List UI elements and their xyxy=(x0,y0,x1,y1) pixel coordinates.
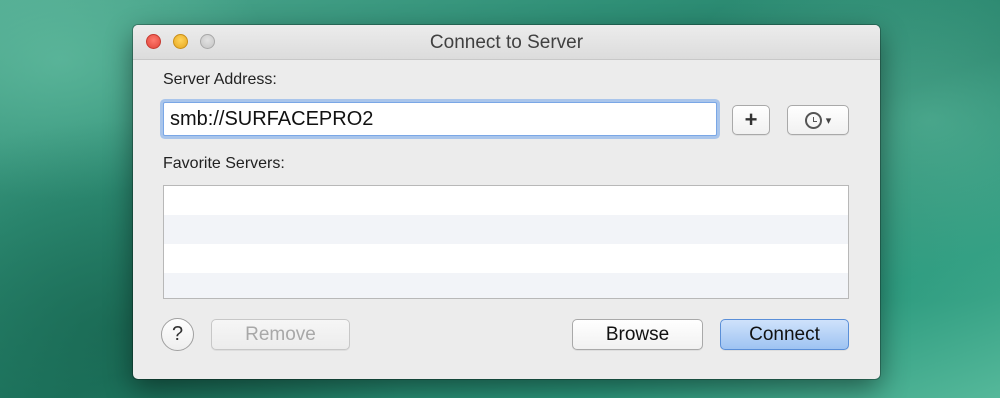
window-title: Connect to Server xyxy=(429,32,584,53)
recent-servers-button[interactable]: ▾ xyxy=(787,105,849,135)
connect-to-server-window: Connect to Server Server Address: + ▾ Fa… xyxy=(133,25,880,379)
list-item[interactable] xyxy=(164,186,848,215)
list-item[interactable] xyxy=(164,273,848,298)
list-item[interactable] xyxy=(164,215,848,244)
favorite-servers-list[interactable] xyxy=(163,185,849,299)
server-address-label: Server Address: xyxy=(163,71,277,88)
remove-button[interactable]: Remove xyxy=(211,319,350,350)
server-address-input[interactable] xyxy=(163,102,717,136)
add-favorite-button[interactable]: + xyxy=(732,105,770,135)
favorite-servers-label: Favorite Servers: xyxy=(163,155,285,172)
connect-button[interactable]: Connect xyxy=(720,319,849,350)
chevron-down-icon: ▾ xyxy=(825,114,832,127)
browse-button[interactable]: Browse xyxy=(572,319,703,350)
clock-icon xyxy=(804,111,822,129)
list-item[interactable] xyxy=(164,244,848,273)
help-button[interactable]: ? xyxy=(161,318,194,351)
title-bar[interactable]: Connect to Server xyxy=(133,25,880,60)
